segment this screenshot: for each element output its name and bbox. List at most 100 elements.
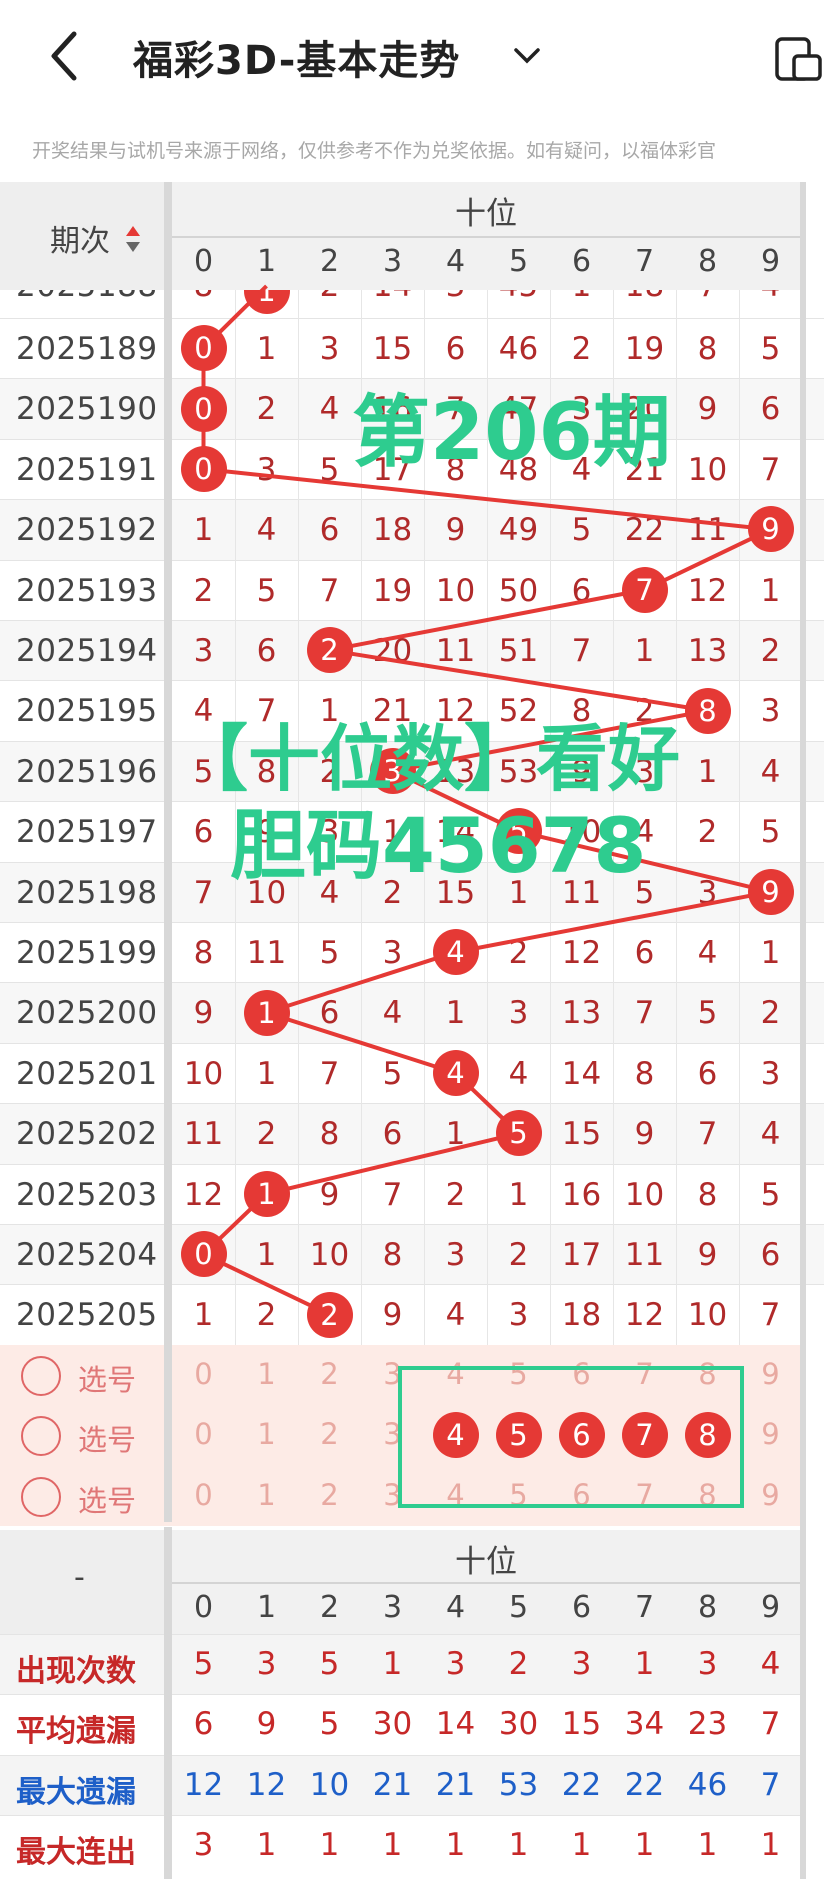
stats-header-divider <box>172 1582 800 1584</box>
stats-digit-header-4: 4 <box>445 1590 466 1625</box>
pick-digit[interactable]: 1 <box>235 1478 298 1512</box>
stats-value: 30 <box>372 1706 413 1743</box>
pick-label: 选号 <box>78 1423 137 1458</box>
stats-value: 5 <box>319 1646 340 1682</box>
stats-value: 9 <box>256 1706 277 1743</box>
stats-value: 21 <box>435 1766 476 1803</box>
hit-ball: 1 <box>243 290 290 314</box>
stats-digit-header-6: 6 <box>571 1590 592 1625</box>
stats-header-left: - <box>74 1560 85 1595</box>
stats-value: 5 <box>193 1646 214 1682</box>
stats-value: 1 <box>634 1827 655 1864</box>
stats-value: 1 <box>508 1827 529 1864</box>
stats-value: 12 <box>246 1766 287 1803</box>
trend-segment <box>266 1131 519 1196</box>
hit-ball: 1 <box>243 1170 290 1217</box>
stats-value: 3 <box>256 1646 277 1682</box>
stats-value: 1 <box>256 1827 277 1864</box>
stats-value: 10 <box>309 1766 350 1803</box>
stats-value: 53 <box>498 1766 539 1803</box>
pick-digit[interactable]: 9 <box>739 1357 802 1391</box>
stats-value: 22 <box>561 1766 602 1803</box>
stats-digit-header-2: 2 <box>319 1590 340 1625</box>
stats-value: 4 <box>760 1646 781 1682</box>
stats-value: 15 <box>561 1706 602 1743</box>
stats-value: 3 <box>193 1827 214 1864</box>
hit-ball: 1 <box>243 989 290 1036</box>
pick-digit[interactable]: 0 <box>172 1478 235 1512</box>
hit-ball: 9 <box>747 506 794 553</box>
stats-row-label: 平均遗漏 <box>16 1714 136 1750</box>
pick-digit[interactable]: 0 <box>172 1357 235 1391</box>
hit-ball: 4 <box>432 1050 479 1096</box>
stats-value: 7 <box>760 1766 781 1803</box>
hit-ball: 2 <box>306 627 353 674</box>
stats-value: 1 <box>319 1827 340 1864</box>
stats-value: 12 <box>183 1766 224 1803</box>
pick-digit[interactable]: 2 <box>298 1478 361 1512</box>
stats-row-label: 最大遗漏 <box>16 1774 136 1810</box>
hit-ball: 9 <box>747 868 794 915</box>
stats-digit-header-3: 3 <box>382 1590 403 1625</box>
pick-digit[interactable]: 2 <box>298 1357 361 1391</box>
hit-ball: 0 <box>180 1231 227 1278</box>
stats-value: 1 <box>382 1646 403 1682</box>
hit-ball: 2 <box>306 1291 353 1338</box>
stats-digit-header-0: 0 <box>193 1590 214 1625</box>
stats-value: 3 <box>571 1646 592 1682</box>
issue-annotation: 第206期 <box>352 388 671 478</box>
trend-segment <box>329 587 645 653</box>
hit-ball: 0 <box>180 325 227 372</box>
hit-ball: 8 <box>684 687 731 734</box>
stats-value: 5 <box>319 1706 340 1743</box>
hit-ball: 4 <box>432 929 479 976</box>
pick-radio[interactable] <box>21 1476 61 1517</box>
pick-digit[interactable]: 1 <box>235 1417 298 1451</box>
pick-digit[interactable]: 9 <box>739 1417 802 1451</box>
stats-value: 1 <box>382 1827 403 1864</box>
stats-value: 14 <box>435 1706 476 1743</box>
stats-digit-header-5: 5 <box>508 1590 529 1625</box>
trend-segment <box>265 1010 457 1075</box>
pick-digit[interactable]: 2 <box>298 1417 361 1451</box>
stats-value: 23 <box>687 1706 728 1743</box>
stats-value: 1 <box>697 1827 718 1864</box>
pick-label: 选号 <box>78 1483 137 1518</box>
column-separator <box>164 182 172 1522</box>
stats-value: 3 <box>697 1646 718 1682</box>
stats-digit-header-8: 8 <box>697 1590 718 1625</box>
stats-value: 6 <box>193 1706 214 1743</box>
stats-digit-header-9: 9 <box>760 1590 781 1625</box>
stats-value: 34 <box>624 1706 665 1743</box>
stats-digit-header-1: 1 <box>256 1590 277 1625</box>
stats-value: 21 <box>372 1766 413 1803</box>
pick-digit[interactable]: 9 <box>739 1478 802 1512</box>
stats-value: 2 <box>508 1646 529 1682</box>
hit-ball: 0 <box>180 385 227 432</box>
pick-digit[interactable]: 0 <box>172 1417 235 1451</box>
pick-radio[interactable] <box>21 1416 61 1457</box>
stats-value: 7 <box>760 1706 781 1743</box>
stats-value: 46 <box>687 1766 728 1803</box>
stats-value: 1 <box>634 1646 655 1682</box>
stats-row-label: 出现次数 <box>16 1654 136 1689</box>
pick-digit[interactable]: 1 <box>235 1357 298 1391</box>
hit-ball: 0 <box>180 446 227 492</box>
stats-digit-header-7: 7 <box>634 1590 655 1625</box>
hit-ball: 5 <box>495 1110 542 1157</box>
pick-label: 选号 <box>78 1362 137 1397</box>
right-column-separator <box>800 182 806 1879</box>
stats-value: 3 <box>445 1646 466 1682</box>
stats-section-header: 十位 <box>455 1544 517 1580</box>
pick-radio[interactable] <box>21 1355 61 1396</box>
pick-highlight-box <box>398 1366 744 1508</box>
trend-segment <box>265 950 457 1015</box>
column-separator-stats <box>164 1527 172 1879</box>
pick-annotation-line2: 胆码45678 <box>230 801 647 890</box>
stats-value: 1 <box>445 1827 466 1864</box>
stats-value: 1 <box>571 1827 592 1864</box>
stats-value: 30 <box>498 1706 539 1743</box>
stats-value: 22 <box>624 1766 665 1803</box>
hit-ball: 7 <box>621 566 668 613</box>
hit-ball-partial: 1 <box>243 290 290 314</box>
